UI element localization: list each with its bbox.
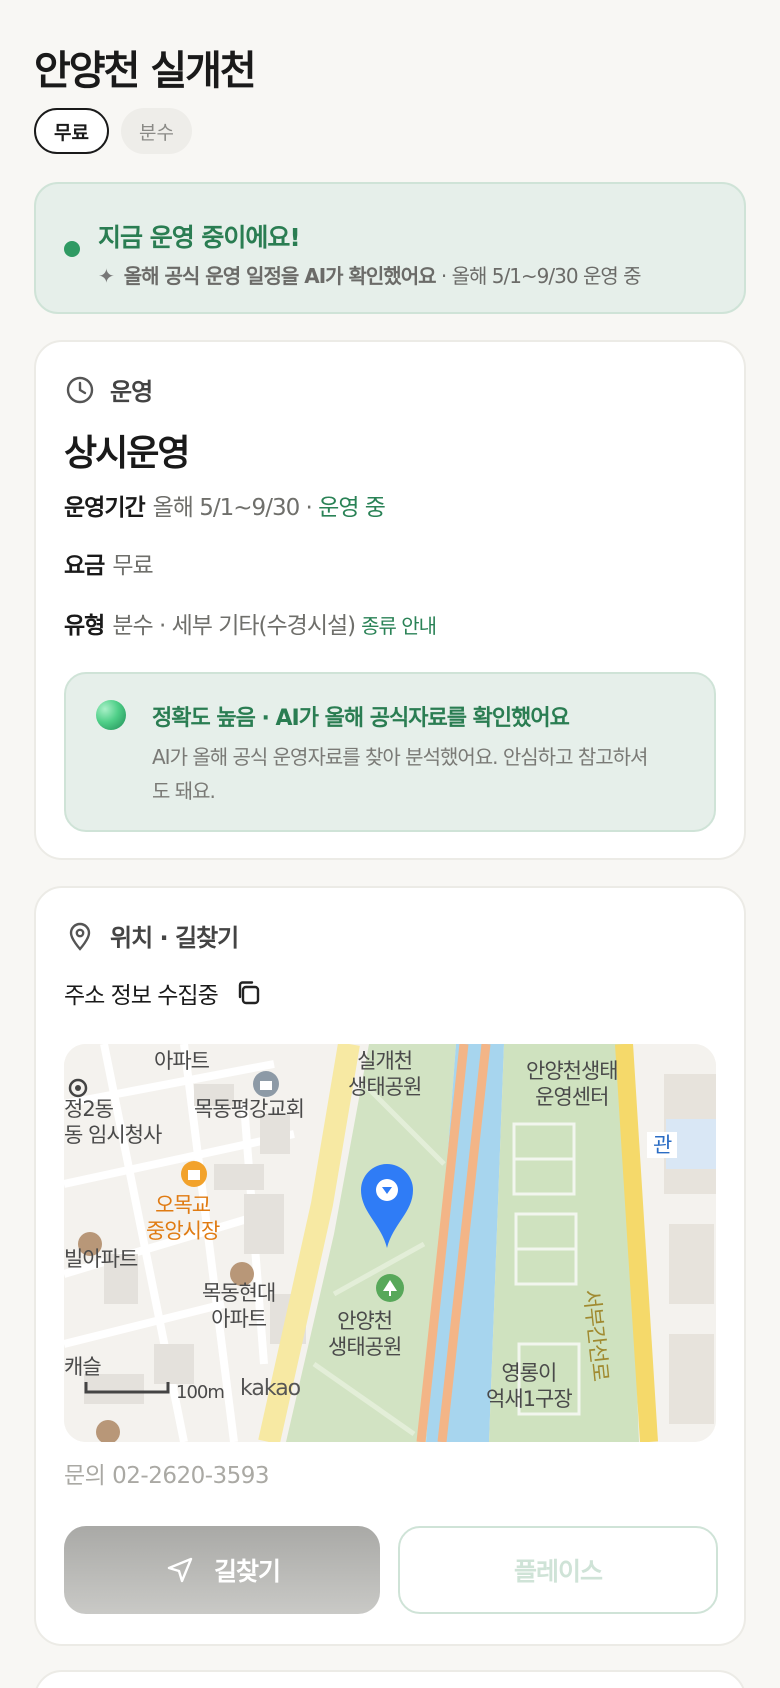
route-button[interactable]: 길찾기	[64, 1526, 380, 1614]
tag-fountain[interactable]: 분수	[120, 108, 192, 154]
map-label-ecopark: 안양천 생태공원	[328, 1309, 402, 1359]
hours-section-header: 운영	[64, 372, 153, 407]
status-title: 지금 운영 중이에요!	[98, 223, 301, 252]
map-label-villa: 빌아파트	[64, 1247, 138, 1271]
map-label-silgae: 실개천 생태공원	[348, 1049, 422, 1099]
period-label: 운영기간	[64, 495, 146, 521]
status-dot	[64, 241, 80, 257]
fee-row: 요금 무료	[64, 546, 154, 580]
hours-main: 상시운영	[64, 433, 190, 474]
type-label: 유형	[64, 613, 105, 639]
fee-value: 무료	[112, 553, 153, 579]
map-view[interactable]: 아파트 실개천 생태공원 안양천생태 운영센터 정2동 동 임시청사 목동평강교…	[64, 1044, 716, 1442]
location-section-label: 위치 · 길찾기	[110, 924, 239, 952]
copy-icon[interactable]	[234, 978, 264, 1008]
map-scale-label: 100m	[176, 1382, 225, 1403]
period-row: 운영기간 올해 5/1~9/30 · 운영 중	[64, 488, 386, 522]
map-label-kwan: 관	[647, 1132, 678, 1158]
address-row: 주소 정보 수집중	[64, 976, 264, 1010]
kakao-logo: kakao	[240, 1376, 301, 1401]
clock-icon	[66, 376, 94, 403]
tag-free[interactable]: 무료	[34, 108, 109, 154]
ai-accuracy-desc: AI가 올해 공식 운영자료를 찾아 분석했어요. 안심하고 참고하셔도 돼요.	[152, 745, 648, 803]
sparkle-icon: ✦	[98, 264, 115, 288]
hours-card: 운영 상시운영 운영기간 올해 5/1~9/30 · 운영 중 요금 무료 유형 분수…	[34, 340, 746, 860]
operating-status-banner: 지금 운영 중이에요! ✦ 올해 공식 운영 일정을 AI가 확인했어요 · 올해…	[34, 182, 746, 314]
type-row: 유형 분수 · 세부 기타(수경시설) 종류 안내	[64, 606, 437, 640]
status-sub-rest: · 올해 5/1~9/30 운영 중	[435, 264, 642, 288]
map-label-hyundai: 목동현대 아파트	[202, 1281, 276, 1331]
map-label-church: 목동평강교회	[194, 1097, 305, 1121]
navigation-arrow-icon	[167, 1557, 193, 1583]
hours-section-label: 운영	[110, 378, 153, 406]
status-subtitle: ✦ 올해 공식 운영 일정을 AI가 확인했어요 · 올해 5/1~9/30 운영…	[98, 260, 642, 289]
contact-phone[interactable]: 문의 02-2620-3593	[64, 1456, 270, 1490]
map-label-apt-top: 아파트	[154, 1049, 210, 1073]
ai-accuracy-title: 정확도 높음 · AI가 올해 공식자료를 확인했어요	[152, 706, 570, 731]
map-label-center: 안양천생태 운영센터	[526, 1059, 619, 1109]
map-pin-icon	[69, 922, 91, 951]
map-label-field: 영롱이 억새1구장	[486, 1361, 573, 1411]
fee-label: 요금	[64, 553, 105, 579]
type-value: 분수 · 세부 기타(수경시설)	[112, 613, 356, 639]
address-text: 주소 정보 수집중	[64, 983, 219, 1009]
map-label-market: 오목교 중앙시장	[146, 1193, 220, 1243]
route-button-label: 길찾기	[213, 1557, 281, 1586]
location-card: 위치 · 길찾기 주소 정보 수집중 아파트 실개천 생태공원 안양천생태 운영…	[34, 886, 746, 1646]
type-guide-link[interactable]: 종류 안내	[361, 614, 437, 638]
map-label-dong: 정2동 동 임시청사	[64, 1097, 162, 1147]
next-card-edge	[34, 1670, 746, 1688]
ai-orb-icon	[96, 700, 126, 730]
location-section-header: 위치 · 길찾기	[64, 918, 239, 953]
period-value: 올해 5/1~9/30 ·	[152, 495, 319, 521]
tag-list: 무료 분수	[34, 108, 192, 154]
map-label-kaeseul: 캐슬	[64, 1355, 102, 1379]
period-status: 운영 중	[318, 495, 386, 521]
place-button[interactable]: 플레이스	[398, 1526, 718, 1614]
status-sub-bold: 올해 공식 운영 일정을 AI가 확인했어요	[123, 264, 437, 288]
ai-accuracy-box: 정확도 높음 · AI가 올해 공식자료를 확인했어요 AI가 올해 공식 운영…	[64, 672, 716, 832]
page-title: 안양천 실개천	[34, 48, 257, 94]
